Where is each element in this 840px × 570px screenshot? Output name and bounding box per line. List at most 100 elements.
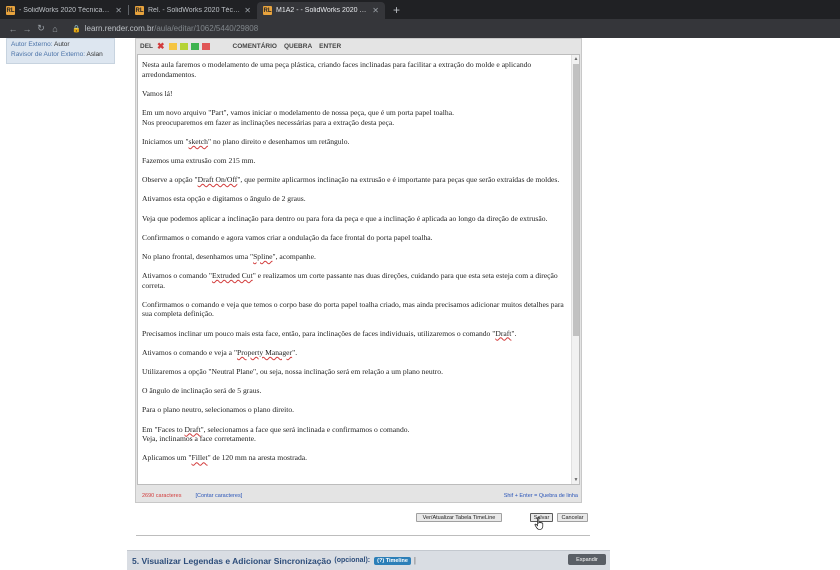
- editor-footer: 2690 caracteres [Contar caracteres] Shif…: [142, 491, 578, 501]
- transcript-content[interactable]: Nesta aula faremos o modelamento de uma …: [138, 55, 579, 463]
- paragraph: Em um novo arquivo "Part", vamos iniciar…: [142, 108, 567, 127]
- close-icon[interactable]: ✕: [244, 6, 251, 15]
- section-separator: |: [413, 556, 416, 565]
- paragraph: Para o plano neutro, selecionamos o plan…: [142, 405, 295, 415]
- paragraph-line: Nos preocuparemos em fazer as inclinaçõe…: [142, 117, 395, 127]
- spellcheck-word: Draft: [184, 424, 201, 434]
- browser-tab-2[interactable]: RL Rel. - SolidWorks 2020 Técnicas par..…: [129, 2, 257, 19]
- hand-cursor-icon: [534, 517, 544, 530]
- text-editor: DEL ✖ COMENTÁRIO QUEBRA ENTER Nesta aula…: [135, 38, 582, 503]
- paragraph: Nesta aula faremos o modelamento de uma …: [142, 60, 532, 79]
- tab-title: Rel. - SolidWorks 2020 Técnicas par...: [148, 7, 240, 14]
- text-run: Iniciamos um ": [142, 136, 189, 146]
- expand-button[interactable]: Expandir: [568, 554, 606, 565]
- paragraph: Em "Faces to Draft", selecionamos a face…: [142, 425, 567, 444]
- editor-toolbar: DEL ✖ COMENTÁRIO QUEBRA ENTER: [136, 39, 581, 53]
- close-icon[interactable]: ✕: [372, 6, 379, 15]
- home-icon[interactable]: ⌂: [48, 24, 62, 34]
- text-run: Observe a opção ": [142, 175, 198, 185]
- lock-icon[interactable]: 🔒: [72, 25, 81, 33]
- text-run: Precisamos inclinar um pouco mais esta f…: [142, 328, 496, 338]
- color-swatch-green[interactable]: [190, 42, 199, 50]
- site-favicon-icon: RL: [6, 6, 15, 15]
- author-row: Autor Externo: Autor: [11, 40, 110, 50]
- section-title: 5. Visualizar Legendas e Adicionar Sincr…: [132, 555, 332, 566]
- text-run: ".: [292, 347, 298, 357]
- spellcheck-word: sketch: [188, 136, 208, 146]
- spellcheck-word: Property Manager: [237, 347, 293, 357]
- site-favicon-icon: RL: [135, 6, 144, 15]
- text-run: Aplicamos um ": [142, 453, 192, 463]
- new-tab-button[interactable]: +: [385, 3, 408, 19]
- spellcheck-word: Draft: [495, 328, 512, 338]
- back-arrow-icon[interactable]: ←: [6, 24, 20, 34]
- scrollbar-thumb[interactable]: [573, 64, 579, 336]
- paragraph: Vamos lá!: [142, 88, 173, 98]
- reload-icon[interactable]: ↻: [34, 23, 48, 34]
- color-swatch-lime[interactable]: [179, 42, 188, 50]
- author-info-box: Autor Externo: Autor Ravisor de Autor Ex…: [6, 38, 115, 64]
- text-run: ", que permite aplicarmos inclinação na …: [237, 175, 560, 185]
- paragraph-line: Em um novo arquivo "Part", vamos iniciar…: [142, 107, 454, 117]
- paragraph-line: Veja, inclinamos a face corretamente.: [142, 434, 256, 444]
- text-run: ", acompanhe.: [272, 251, 316, 261]
- paragraph: Aplicamos um "Fillet" de 120 mm na arest…: [142, 453, 567, 463]
- browser-tab-1[interactable]: RL - SolidWorks 2020 Técnicas para Mol..…: [0, 2, 128, 19]
- reviewer-label: Ravisor de Autor Externo:: [11, 51, 86, 58]
- text-run: Em "Faces to: [142, 424, 185, 434]
- text-run: No plano frontal, desenhamos uma ": [142, 251, 254, 261]
- text-run: " no plano direito e desenhamos um retân…: [207, 136, 350, 146]
- paragraph: Ativamos o comando "Extruded Cut" e real…: [142, 271, 567, 290]
- del-button[interactable]: DEL: [140, 43, 153, 50]
- comment-button[interactable]: COMENTÁRIO: [233, 43, 277, 50]
- update-timeline-button[interactable]: Ver/Atualizar Tabela TimeLine: [416, 513, 502, 522]
- tab-title: M1A2 - - SolidWorks 2020 Técnicas...: [276, 7, 368, 14]
- browser-tab-3[interactable]: RL M1A2 - - SolidWorks 2020 Técnicas... …: [257, 2, 385, 19]
- paragraph: Ativamos esta opção e digitamos o ângulo…: [142, 194, 306, 204]
- paragraph: Confirmamos o comando e veja que temos o…: [142, 299, 564, 319]
- browser-tab-bar: RL - SolidWorks 2020 Técnicas para Mol..…: [0, 0, 840, 19]
- paragraph: Veja que podemos aplicar a inclinação pa…: [142, 213, 548, 223]
- paragraph: Observe a opção "Draft On/Off", que perm…: [142, 175, 567, 185]
- spellcheck-word: Draft On/Off: [197, 175, 238, 185]
- text-run: Ativamos o comando ": [142, 271, 212, 281]
- author-label: Autor Externo:: [11, 41, 53, 48]
- paragraph: Iniciamos um "sketch" no plano direito e…: [142, 137, 567, 147]
- close-icon[interactable]: ✕: [115, 6, 122, 15]
- reviewer-row: Ravisor de Autor Externo: Aslan: [11, 50, 110, 60]
- line-break-button[interactable]: QUEBRA: [284, 43, 312, 50]
- text-run: Ativamos o comando e veja a ": [142, 347, 238, 357]
- cancel-button[interactable]: Cancelar: [557, 513, 588, 522]
- forward-arrow-icon[interactable]: →: [20, 24, 34, 34]
- reviewer-value: Aslan: [86, 51, 103, 58]
- paragraph: Precisamos inclinar um pouco mais esta f…: [142, 329, 567, 339]
- url-host: learn.render.com.br: [84, 24, 155, 33]
- author-value: Autor: [54, 41, 70, 48]
- textarea-scrollbar[interactable]: ▲ ▼: [571, 55, 579, 484]
- scroll-down-arrow-icon[interactable]: ▼: [572, 476, 579, 484]
- url-field[interactable]: learn.render.com.br/aula/editar/1062/544…: [85, 24, 258, 33]
- text-run: ", selecionamos a face que será inclinad…: [200, 424, 410, 434]
- timeline-help-badge[interactable]: (?) Timeline: [374, 556, 411, 565]
- enter-button[interactable]: ENTER: [319, 43, 341, 50]
- color-swatch-red[interactable]: [201, 42, 210, 50]
- text-run: ".: [511, 328, 517, 338]
- paragraph: Confirmamos o comando e agora vamos cria…: [142, 232, 433, 242]
- address-bar: ← → ↻ ⌂ 🔒 learn.render.com.br/aula/edita…: [0, 19, 840, 38]
- character-count: 2690 caracteres: [142, 493, 182, 499]
- tab-title: - SolidWorks 2020 Técnicas para Mol...: [19, 7, 111, 14]
- scroll-up-arrow-icon[interactable]: ▲: [572, 55, 579, 63]
- paragraph: Fazemos uma extrusão com 215 mm.: [142, 155, 256, 165]
- paragraph: Ativamos o comando e veja a "Property Ma…: [142, 348, 567, 358]
- color-swatch-yellow[interactable]: [168, 42, 177, 50]
- paragraph: Utilizaremos a opção "Neutral Plane", ou…: [142, 367, 443, 376]
- count-characters-link[interactable]: [Contar caracteres]: [195, 493, 242, 499]
- spellcheck-word: Fillet: [191, 453, 208, 463]
- line-break-hint: Shif + Enter = Quebra de linha: [503, 493, 578, 499]
- transcript-textarea[interactable]: Nesta aula faremos o modelamento de uma …: [137, 54, 580, 485]
- text-run: " de 120 mm na aresta mostrada.: [207, 453, 308, 463]
- site-favicon-icon: RL: [263, 6, 272, 15]
- paragraph: O ângulo de inclinação será de 5 graus.: [142, 386, 262, 396]
- spellcheck-word: Extruded Cut: [211, 271, 253, 281]
- delete-x-icon[interactable]: ✖: [157, 41, 165, 52]
